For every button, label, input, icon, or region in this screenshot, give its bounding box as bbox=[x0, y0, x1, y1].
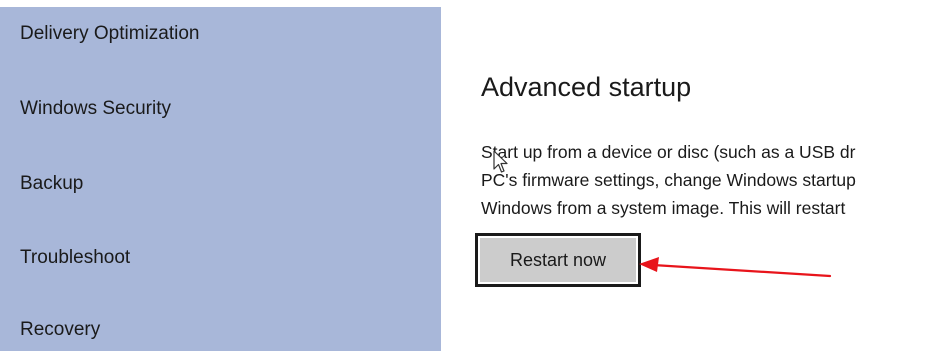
section-description: Start up from a device or disc (such as … bbox=[481, 138, 932, 222]
section-title: Advanced startup bbox=[481, 72, 692, 102]
sidebar-item-recovery[interactable]: Recovery bbox=[20, 319, 100, 341]
sidebar-item-troubleshoot[interactable]: Troubleshoot bbox=[20, 247, 130, 269]
description-line: PC's firmware settings, change Windows s… bbox=[481, 170, 856, 190]
description-line: Start up from a device or disc (such as … bbox=[481, 142, 856, 162]
description-line: Windows from a system image. This will r… bbox=[481, 198, 846, 218]
settings-window: Delivery Optimization Windows Security B… bbox=[0, 0, 932, 351]
settings-sidebar: Delivery Optimization Windows Security B… bbox=[0, 7, 441, 351]
main-content: Advanced startup Start up from a device … bbox=[441, 0, 932, 351]
mouse-pointer-icon bbox=[493, 150, 508, 173]
sidebar-item-backup[interactable]: Backup bbox=[20, 173, 83, 195]
sidebar-item-delivery-optimization[interactable]: Delivery Optimization bbox=[20, 23, 200, 45]
restart-now-button[interactable]: Restart now bbox=[475, 233, 641, 287]
red-arrow-icon bbox=[639, 257, 832, 278]
sidebar-item-windows-security[interactable]: Windows Security bbox=[20, 98, 171, 120]
